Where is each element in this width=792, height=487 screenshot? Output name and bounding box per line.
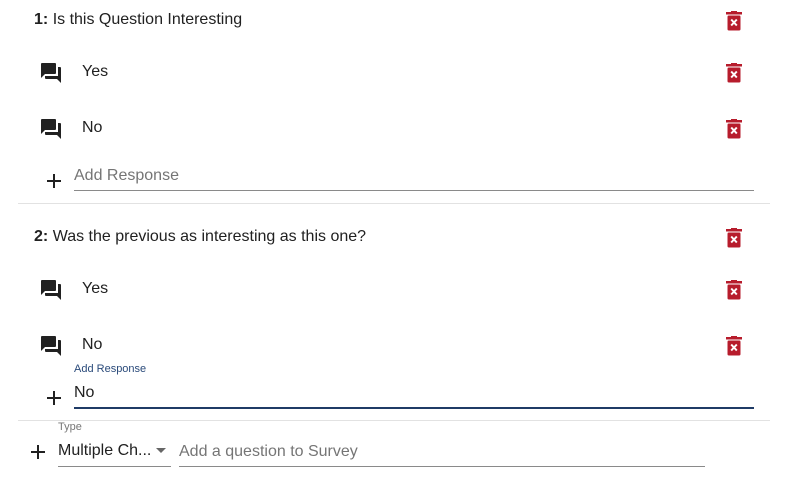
trash-icon [726,11,742,31]
question-text: Is this Question Interesting [52,11,243,28]
question-title-1: 1: Is this Question Interesting [34,11,242,29]
add-response-floating-label: Add Response [74,363,147,375]
trash-icon [726,336,742,356]
add-question-underline [179,466,705,467]
caret-down-icon [156,448,166,453]
forum-icon [41,280,61,300]
type-select[interactable]: Multiple Ch... [58,440,171,466]
question-divider [18,203,770,204]
add-response-input[interactable] [74,163,754,189]
plus-icon [47,391,61,405]
add-response-button[interactable] [44,388,64,413]
type-select-value: Multiple Ch... [58,442,152,459]
delete-question-1-button[interactable] [725,11,743,36]
delete-response-button[interactable] [725,63,743,88]
add-response-input[interactable]: No [74,384,754,402]
response-icon-wrapper [39,334,63,363]
plus-icon [47,174,61,188]
response-label: Yes [82,280,109,297]
response-icon-wrapper [39,61,63,90]
delete-question-2-button[interactable] [725,228,743,253]
response-icon-wrapper [39,117,63,146]
add-response-button[interactable] [44,171,64,196]
question-divider [18,420,770,421]
input-underline-focused [74,407,754,409]
forum-icon [41,119,61,139]
delete-response-button[interactable] [725,280,743,305]
response-label: No [82,119,103,136]
trash-icon [726,63,742,83]
type-select-label: Type [58,421,82,433]
response-label: No [82,336,103,353]
question-number: 2: [34,228,49,245]
add-question-button[interactable] [28,442,48,467]
delete-response-button[interactable] [725,119,743,144]
question-text: Was the previous as interesting as this … [52,228,367,245]
add-question-input[interactable] [179,440,705,464]
trash-icon [726,228,742,248]
trash-icon [726,119,742,139]
trash-icon [726,280,742,300]
plus-icon [31,445,45,459]
question-title-2: 2: Was the previous as interesting as th… [34,228,366,246]
forum-icon [41,63,61,83]
input-underline [74,190,754,191]
response-icon-wrapper [39,278,63,307]
response-label: Yes [82,63,109,80]
delete-response-button[interactable] [725,336,743,361]
question-number: 1: [34,11,49,28]
type-select-underline [58,466,171,467]
forum-icon [41,336,61,356]
